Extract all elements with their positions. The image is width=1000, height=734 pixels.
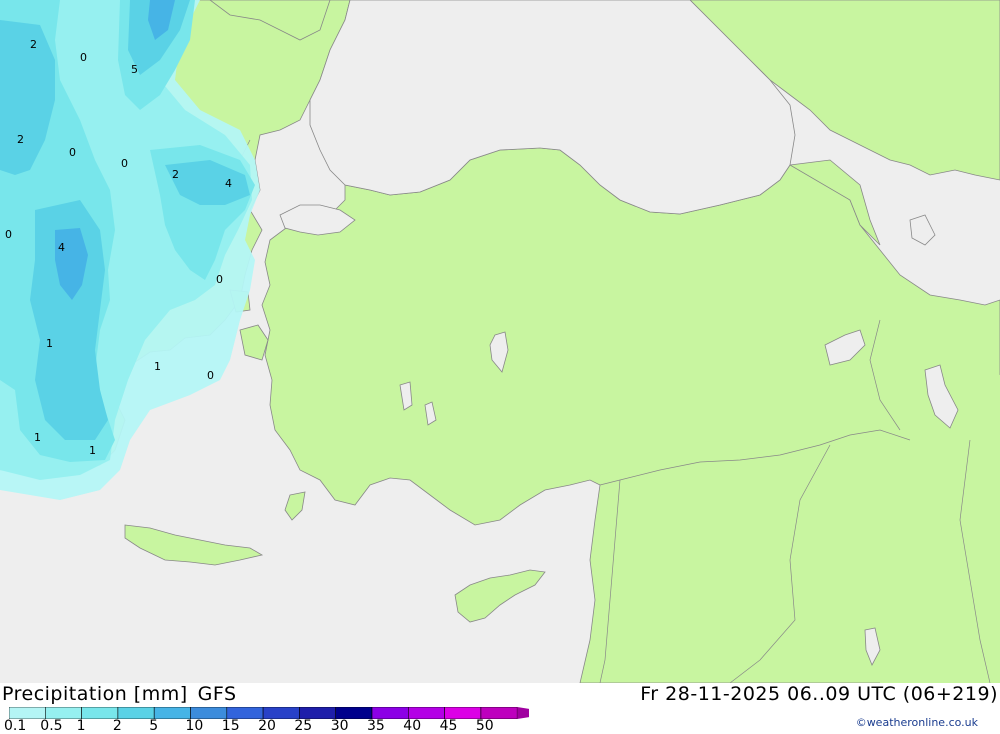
legend-label: 25	[294, 718, 313, 734]
product-label: Precipitation [mm]	[2, 683, 188, 705]
contour-label: 1	[154, 360, 161, 373]
chart-title: Precipitation [mm] GFS	[2, 683, 247, 705]
valid-time: Fr 28-11-2025 06..09 UTC (06+219)	[640, 683, 998, 705]
legend-label: 45	[439, 718, 458, 734]
contour-label: 4	[225, 177, 232, 190]
legend-label: 20	[258, 718, 276, 734]
contour-label: 4	[58, 241, 65, 254]
legend-label: 1	[76, 718, 86, 734]
contour-label: 1	[89, 444, 96, 457]
legend-labels: 0.1 0.5 1 2 5 10 15 20 25 30 35 40 45 50	[0, 718, 530, 734]
legend-label: 0.1	[4, 718, 27, 734]
contour-label: 5	[131, 63, 138, 76]
contour-label: 0	[121, 157, 128, 170]
legend-label: 5	[149, 718, 159, 734]
legend-label: 30	[330, 718, 349, 734]
precipitation-map: 2 0 5 2 0 0 2 4 0 4 0 1 1 0 1 1	[0, 0, 1000, 683]
legend-label: 2	[112, 718, 122, 734]
legend-label: 35	[367, 718, 385, 734]
contour-label: 0	[5, 228, 12, 241]
legend-label: 15	[221, 718, 240, 734]
contour-label: 0	[216, 273, 223, 286]
model-label: GFS	[197, 683, 237, 705]
footer: Precipitation [mm] GFS Fr 28-11-2025 06..…	[0, 683, 1000, 734]
contour-label: 2	[17, 133, 24, 146]
legend-label: 40	[403, 718, 422, 734]
contour-label: 1	[46, 337, 53, 350]
contour-label: 2	[172, 168, 179, 181]
contour-label: 0	[207, 369, 214, 382]
legend-label: 0.5	[40, 718, 63, 734]
contour-label: 0	[69, 146, 76, 159]
contour-label: 1	[34, 431, 41, 444]
contour-label: 2	[30, 38, 37, 51]
legend-label: 50	[475, 718, 494, 734]
legend-label: 10	[185, 718, 204, 734]
credit-link[interactable]: ©weatheronline.co.uk	[856, 716, 978, 729]
contour-label: 0	[80, 51, 87, 64]
